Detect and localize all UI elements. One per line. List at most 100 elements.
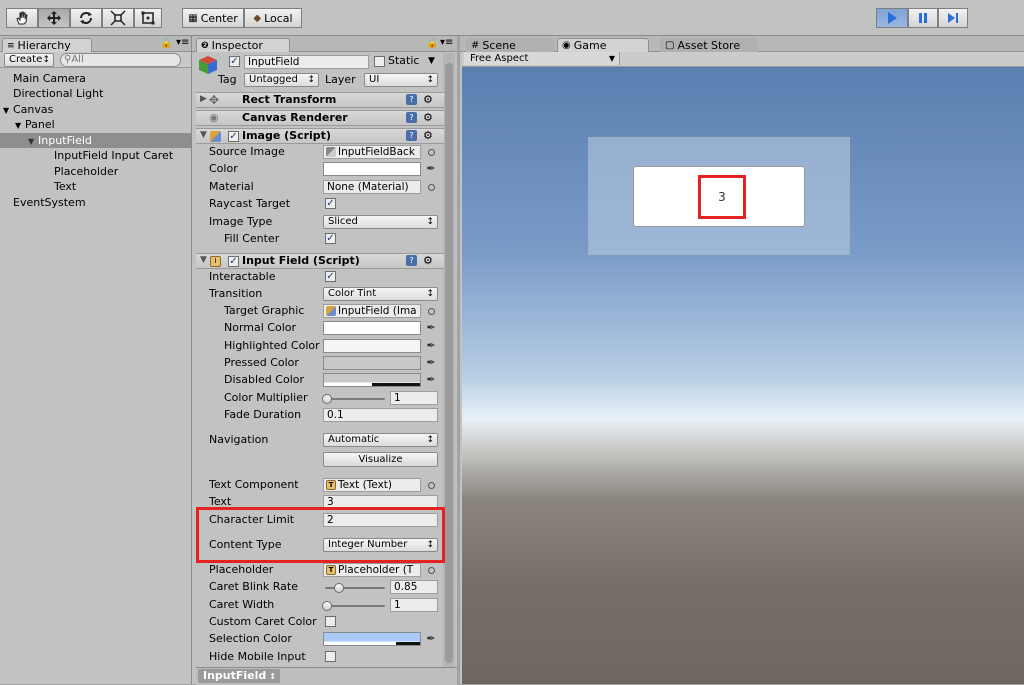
object-picker-icon[interactable] [428, 308, 435, 315]
fill-center-checkbox[interactable]: ✓ [325, 233, 336, 244]
step-button[interactable] [938, 8, 968, 28]
expand-triangle-icon[interactable]: ▼ [28, 134, 38, 149]
tab-inspector[interactable]: ❷ Inspector [196, 38, 290, 52]
scale-tool-button[interactable] [102, 8, 134, 28]
panel-menu-icon[interactable]: ▾≡ [176, 37, 189, 48]
inspector-scrollbar[interactable] [443, 53, 455, 671]
gear-icon[interactable]: ⚙ [423, 111, 433, 124]
input-field-script-header[interactable]: ▼ I ✓ Input Field (Script) ? ⚙ [196, 253, 444, 269]
material-field[interactable]: None (Material) [323, 180, 421, 194]
help-book-icon[interactable]: ? [406, 112, 417, 123]
rect-tool-button[interactable] [134, 8, 162, 28]
pivot-center-button[interactable]: ▦ Center [182, 8, 244, 28]
expand-triangle-icon[interactable]: ▼ [200, 130, 207, 140]
panel-menu-icon[interactable]: ▾≡ [440, 37, 453, 48]
color-multiplier-slider[interactable] [325, 398, 385, 400]
tag-dropdown[interactable]: Untagged [244, 73, 319, 87]
hierarchy-item-panel[interactable]: ▼ Panel [0, 117, 191, 132]
lock-icon[interactable]: 🔒 [426, 38, 438, 49]
help-book-icon[interactable]: ? [406, 130, 417, 141]
aspect-dropdown[interactable]: Free Aspect ▼ [464, 52, 620, 65]
image-script-header[interactable]: ▼ ✓ Image (Script) ? ⚙ [196, 128, 444, 144]
hierarchy-item-input-caret[interactable]: InputField Input Caret [0, 148, 191, 163]
canvas-renderer-header[interactable]: ◉ Canvas Renderer ? ⚙ [196, 110, 444, 126]
move-tool-button[interactable] [38, 8, 70, 28]
caret-width-input[interactable]: 1 [390, 598, 438, 612]
caret-blink-rate-input[interactable]: 0.85 [390, 580, 438, 594]
caret-width-knob[interactable] [322, 601, 332, 611]
hierarchy-search-input[interactable]: ⚲All [60, 53, 181, 67]
custom-caret-color-checkbox[interactable] [325, 616, 336, 627]
hierarchy-item-main-camera[interactable]: Main Camera [0, 71, 191, 86]
play-button[interactable] [876, 8, 908, 28]
expand-triangle-icon[interactable]: ▼ [3, 103, 13, 118]
tab-asset-store[interactable]: ▢ Asset Store [660, 38, 758, 52]
image-enabled-checkbox[interactable]: ✓ [228, 131, 239, 142]
normal-color-swatch[interactable] [323, 321, 421, 335]
create-dropdown[interactable]: Create [4, 53, 54, 67]
color-multiplier-input[interactable]: 1 [390, 391, 438, 405]
transition-dropdown[interactable]: Color Tint [323, 287, 438, 301]
eyedropper-icon[interactable]: ✒ [425, 356, 437, 370]
eyedropper-icon[interactable]: ✒ [425, 162, 437, 176]
object-name-input[interactable]: InputField [244, 55, 369, 69]
static-checkbox[interactable] [374, 56, 385, 67]
source-image-field[interactable]: InputFieldBack [323, 145, 421, 159]
hierarchy-item-placeholder[interactable]: Placeholder [0, 164, 191, 179]
raycast-target-checkbox[interactable]: ✓ [325, 198, 336, 209]
object-picker-icon[interactable] [428, 149, 435, 156]
fade-duration-input[interactable]: 0.1 [323, 408, 438, 422]
navigation-dropdown[interactable]: Automatic [323, 433, 438, 447]
image-type-dropdown[interactable]: Sliced [323, 215, 438, 229]
gear-icon[interactable]: ⚙ [423, 93, 433, 106]
eyedropper-icon[interactable]: ✒ [425, 321, 437, 335]
game-viewport[interactable]: 3 [462, 67, 1024, 684]
hierarchy-item-text[interactable]: Text [0, 179, 191, 194]
active-checkbox[interactable]: ✓ [229, 56, 240, 67]
gear-icon[interactable]: ⚙ [423, 254, 433, 267]
expand-triangle-icon[interactable]: ▼ [15, 118, 25, 133]
static-dropdown-arrow-icon[interactable]: ▼ [428, 56, 435, 66]
tab-hierarchy[interactable]: ≡ Hierarchy [2, 38, 92, 52]
rotate-tool-button[interactable] [70, 8, 102, 28]
selection-color-swatch[interactable] [323, 632, 421, 646]
object-picker-icon[interactable] [428, 567, 435, 574]
tab-scene[interactable]: # Scene [466, 38, 554, 52]
object-picker-icon[interactable] [428, 184, 435, 191]
text-component-field[interactable]: T Text (Text) [323, 478, 421, 492]
color-swatch[interactable] [323, 162, 421, 176]
help-book-icon[interactable]: ? [406, 94, 417, 105]
hierarchy-item-directional-light[interactable]: Directional Light [0, 86, 191, 101]
rect-transform-header[interactable]: ▶ ✥ Rect Transform ? ⚙ [196, 92, 444, 108]
disabled-color-swatch[interactable] [323, 373, 421, 387]
caret-width-slider[interactable] [325, 605, 385, 607]
layer-dropdown[interactable]: UI [364, 73, 438, 87]
eyedropper-icon[interactable]: ✒ [425, 632, 437, 646]
gear-icon[interactable]: ⚙ [423, 129, 433, 142]
expand-triangle-icon[interactable]: ▼ [200, 255, 207, 265]
help-book-icon[interactable]: ? [406, 255, 417, 266]
target-graphic-field[interactable]: InputField (Ima [323, 304, 421, 318]
object-picker-icon[interactable] [428, 482, 435, 489]
hide-mobile-input-checkbox[interactable] [325, 651, 336, 662]
collapse-triangle-icon[interactable]: ▶ [200, 94, 207, 104]
hierarchy-item-eventsystem[interactable]: EventSystem [0, 195, 191, 210]
preview-object-dropdown[interactable]: InputField ↕ [198, 669, 280, 683]
eyedropper-icon[interactable]: ✒ [425, 339, 437, 353]
color-multiplier-knob[interactable] [322, 394, 332, 404]
interactable-checkbox[interactable]: ✓ [325, 271, 336, 282]
input-field-enabled-checkbox[interactable]: ✓ [228, 256, 239, 267]
hierarchy-item-canvas[interactable]: ▼ Canvas [0, 102, 191, 117]
tab-game[interactable]: ◉ Game [557, 38, 649, 52]
scrollbar-thumb[interactable] [445, 63, 453, 663]
hand-tool-button[interactable] [6, 8, 38, 28]
pause-button[interactable] [908, 8, 938, 28]
caret-blink-rate-knob[interactable] [334, 583, 344, 593]
eyedropper-icon[interactable]: ✒ [425, 373, 437, 387]
visualize-button[interactable]: Visualize [323, 452, 438, 467]
lock-icon[interactable]: 🔒 [160, 38, 172, 49]
space-local-button[interactable]: ◆ Local [244, 8, 302, 28]
pressed-color-swatch[interactable] [323, 356, 421, 370]
hierarchy-item-inputfield[interactable]: ▼ InputField [0, 133, 191, 148]
placeholder-field[interactable]: T Placeholder (T [323, 563, 421, 577]
